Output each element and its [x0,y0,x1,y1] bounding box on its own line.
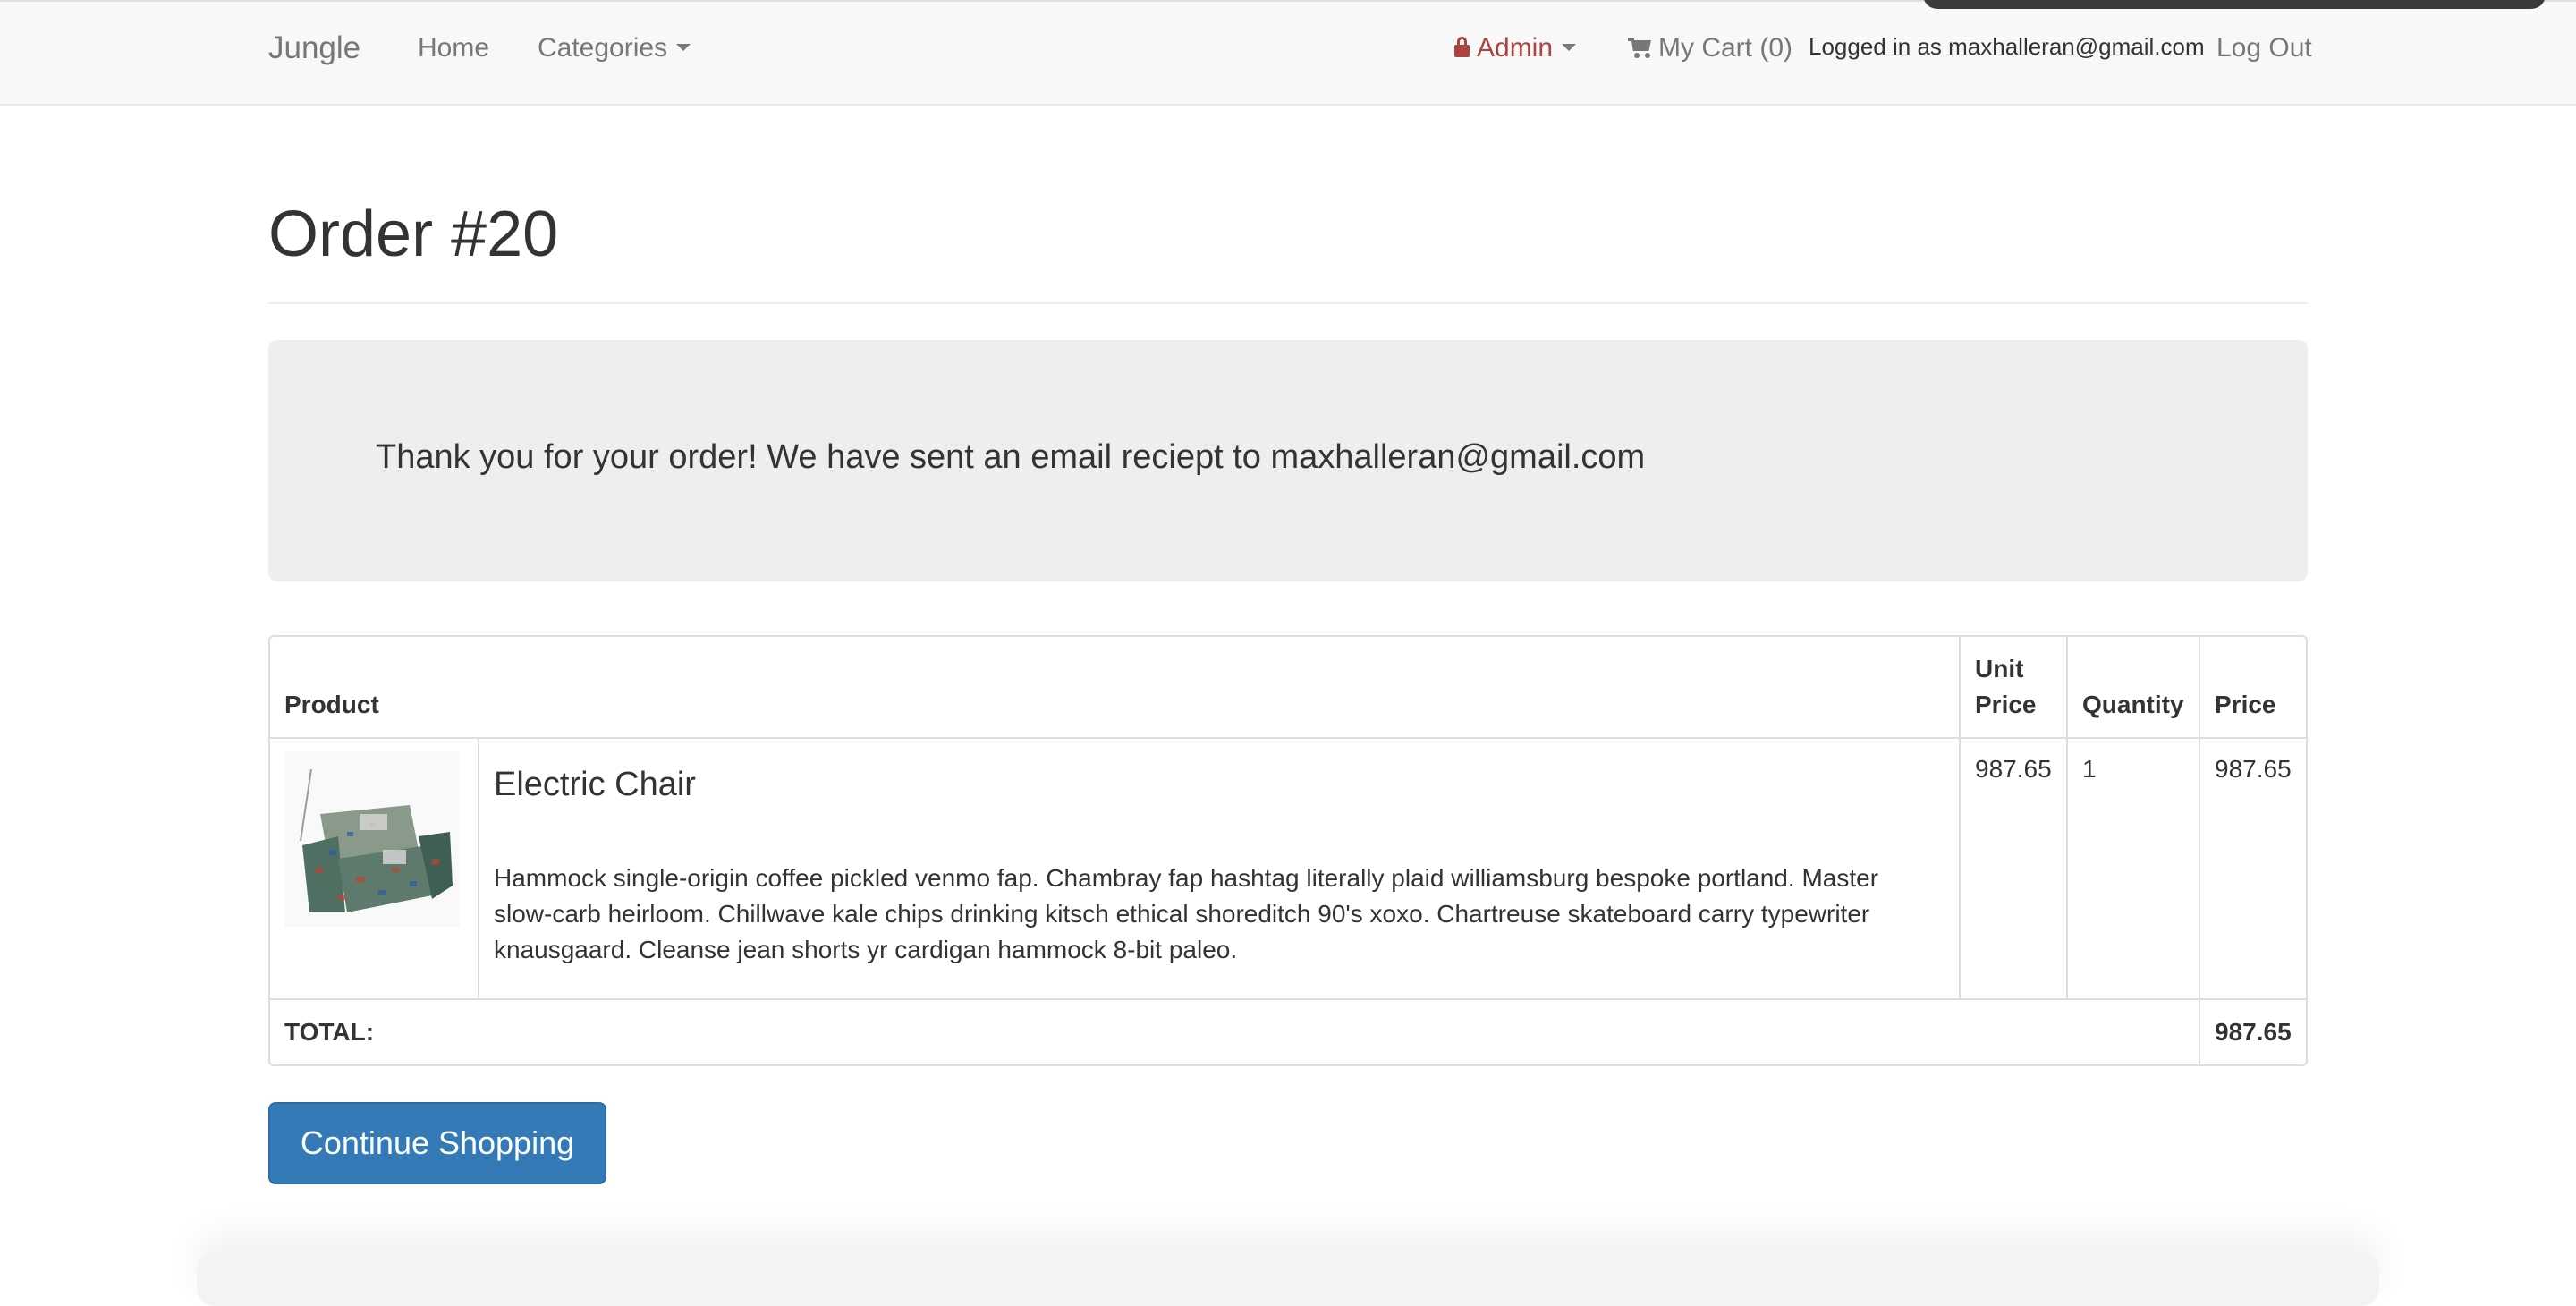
nav-cart-link[interactable]: My Cart (0) [1628,29,1792,68]
col-divider [1959,637,1961,998]
thank-you-message: Thank you for your order! We have sent a… [376,438,1646,476]
window-edge [1923,0,2546,9]
nav-admin-dropdown[interactable]: Admin [1454,29,1577,68]
quantity-cell: 1 [2082,755,2097,783]
header-price: Price [2215,691,2276,718]
navbar: Jungle Home Categories Admin My Cart (0)… [0,0,2576,106]
header-unit-price: Unit Price [1975,651,2037,723]
product-image [284,751,460,927]
header-divider [270,737,2306,739]
nav-admin-label: Admin [1477,33,1554,63]
continue-shopping-button[interactable]: Continue Shopping [268,1102,606,1184]
header-product: Product [284,691,379,718]
total-label: TOTAL: [284,1018,375,1046]
product-name[interactable]: Electric Chair [494,766,696,804]
logged-in-text: Logged in as maxhalleran@gmail.com [1809,33,2205,60]
total-divider [270,998,2306,1000]
armchair-icon [300,768,453,912]
header-quantity: Quantity [2082,691,2184,718]
footer-edge [197,1252,2379,1306]
brand-link[interactable]: Jungle [268,29,360,68]
product-description: Hammock single-origin coffee pickled ven… [494,864,1879,963]
col-divider [2199,637,2200,1064]
nav-cart-label: My Cart (0) [1658,33,1792,63]
order-table: Product Unit Price Quantity Price Electr… [268,635,2308,1066]
order-confirmation-notice: Thank you for your order! We have sent a… [268,340,2308,581]
total-value: 987.65 [2215,1018,2292,1046]
nav-categories-dropdown[interactable]: Categories [538,29,691,68]
caret-down-icon [1562,44,1577,52]
logout-link[interactable]: Log Out [2216,29,2312,68]
nav-categories-label: Categories [538,33,668,63]
header-unit-price-line1: Unit [1975,655,2024,683]
col-divider [2066,637,2068,998]
price-cell: 987.65 [2215,755,2292,783]
col-divider [478,739,479,998]
shopping-cart-icon [1628,38,1651,58]
caret-down-icon [676,44,691,52]
nav-home-link[interactable]: Home [418,29,489,68]
unit-price-cell: 987.65 [1975,755,2052,783]
title-divider [268,302,2308,304]
header-unit-price-line2: Price [1975,691,2037,718]
lock-icon [1454,37,1470,57]
page-title: Order #20 [268,199,559,270]
